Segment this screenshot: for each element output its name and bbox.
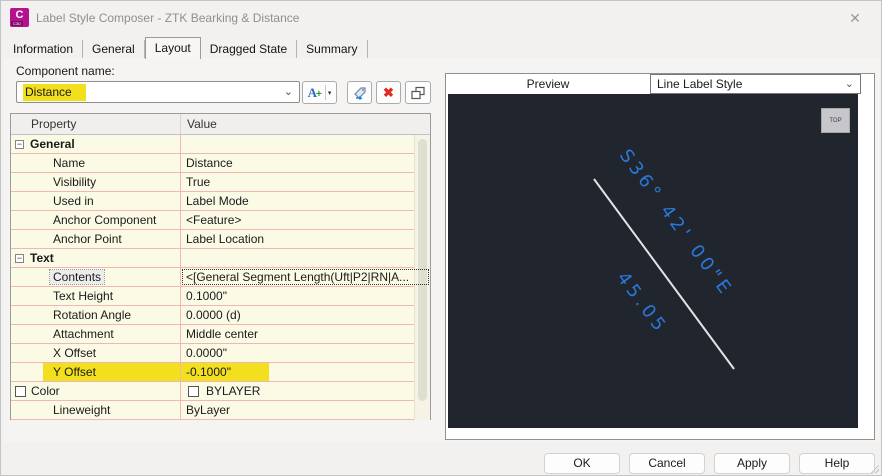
table-row-text-height[interactable]: Text Height 0.1000" xyxy=(11,287,430,306)
chevron-down-icon: ⌄ xyxy=(283,86,293,98)
color-swatch-icon[interactable] xyxy=(188,385,199,397)
component-name-select[interactable]: Distance ⌄ xyxy=(16,81,300,103)
table-row-lineweight[interactable]: Lineweight ByLayer xyxy=(11,401,430,420)
delete-x-icon: ✖ xyxy=(383,84,394,100)
create-text-component-button[interactable]: A + ▾ xyxy=(302,81,337,104)
tab-general[interactable]: General xyxy=(83,40,145,58)
layout-tab-page: Component name: Distance ⌄ A + ▾ ✖ Prope… xyxy=(4,58,880,442)
table-row-color[interactable]: Color BYLAYER xyxy=(11,382,430,401)
table-row-rotation-angle[interactable]: Rotation Angle 0.0000 (d) xyxy=(11,306,430,325)
grid-header: Property Value xyxy=(11,114,430,135)
table-row-contents[interactable]: Contents <[General Segment Length(Uft|P2… xyxy=(11,268,430,287)
table-row-name[interactable]: Name Distance xyxy=(11,154,430,173)
preview-header: Preview Line Label Style ⌄ xyxy=(446,74,874,94)
color-swatch-icon[interactable] xyxy=(15,385,26,397)
value-column-header[interactable]: Value xyxy=(181,114,415,134)
preview-style-select[interactable]: Line Label Style ⌄ xyxy=(650,74,861,94)
component-draw-order-button[interactable] xyxy=(405,81,431,104)
close-icon[interactable]: ✕ xyxy=(845,8,865,28)
draw-order-icon xyxy=(411,86,425,99)
app-icon-letter: C xyxy=(15,8,24,21)
property-column-header[interactable]: Property xyxy=(11,114,181,134)
component-name-value: Distance xyxy=(23,83,86,101)
viewcube-top-button[interactable]: TOP xyxy=(821,108,850,133)
preview-style-value: Line Label Style xyxy=(657,77,743,91)
tab-strip: Information General Layout Dragged State… xyxy=(4,37,878,59)
cancel-button[interactable]: Cancel xyxy=(629,453,705,474)
tab-information[interactable]: Information xyxy=(4,40,84,58)
copy-tag-icon xyxy=(353,86,366,100)
tab-dragged-state[interactable]: Dragged State xyxy=(201,40,298,58)
title-bar: C C3D Label Style Composer - ZTK Bearkin… xyxy=(1,1,881,35)
plus-icon: + xyxy=(316,89,322,100)
table-row-general-section[interactable]: − General xyxy=(11,135,430,154)
property-grid: Property Value − General Name Distance Vi… xyxy=(10,113,431,420)
apply-button[interactable]: Apply xyxy=(714,453,790,474)
chevron-down-icon: ⌄ xyxy=(844,78,854,90)
collapse-icon[interactable]: − xyxy=(15,139,24,149)
table-row-text-section[interactable]: − Text xyxy=(11,249,430,268)
tab-layout[interactable]: Layout xyxy=(144,37,201,59)
button-divider xyxy=(324,85,326,100)
distance-label: 45.05 xyxy=(612,267,672,339)
table-row-used-in[interactable]: Used in Label Mode xyxy=(11,192,430,211)
ok-button[interactable]: OK xyxy=(544,453,620,474)
preview-title: Preview xyxy=(446,74,650,94)
label-style-composer-dialog: C C3D Label Style Composer - ZTK Bearkin… xyxy=(0,0,882,476)
table-row-attachment[interactable]: Attachment Middle center xyxy=(11,325,430,344)
component-name-label: Component name: xyxy=(16,64,115,78)
window-title: Label Style Composer - ZTK Bearking & Di… xyxy=(36,11,300,25)
grid-body: − General Name Distance Visibility True U… xyxy=(11,135,430,420)
preview-canvas[interactable]: S36° 42' 00"E 45.05 TOP xyxy=(448,94,858,428)
collapse-icon[interactable]: − xyxy=(15,253,24,263)
app-icon-sub: C3D xyxy=(11,20,24,26)
table-row-anchor-component[interactable]: Anchor Component <Feature> xyxy=(11,211,430,230)
table-row-visibility[interactable]: Visibility True xyxy=(11,173,430,192)
delete-component-button[interactable]: ✖ xyxy=(376,81,401,104)
table-row-anchor-point[interactable]: Anchor Point Label Location xyxy=(11,230,430,249)
civil3d-app-icon: C C3D xyxy=(10,8,29,27)
tab-summary[interactable]: Summary xyxy=(297,40,368,58)
table-row-x-offset[interactable]: X Offset 0.0000" xyxy=(11,344,430,363)
table-row-y-offset[interactable]: Y Offset -0.1000" xyxy=(11,363,430,382)
copy-component-button[interactable] xyxy=(347,81,372,104)
preview-panel: Preview Line Label Style ⌄ S36° 42' 00"E… xyxy=(445,73,875,440)
header-scroll-spacer xyxy=(415,114,430,134)
chevron-down-icon[interactable]: ▾ xyxy=(328,89,332,97)
help-button[interactable]: Help xyxy=(799,453,875,474)
